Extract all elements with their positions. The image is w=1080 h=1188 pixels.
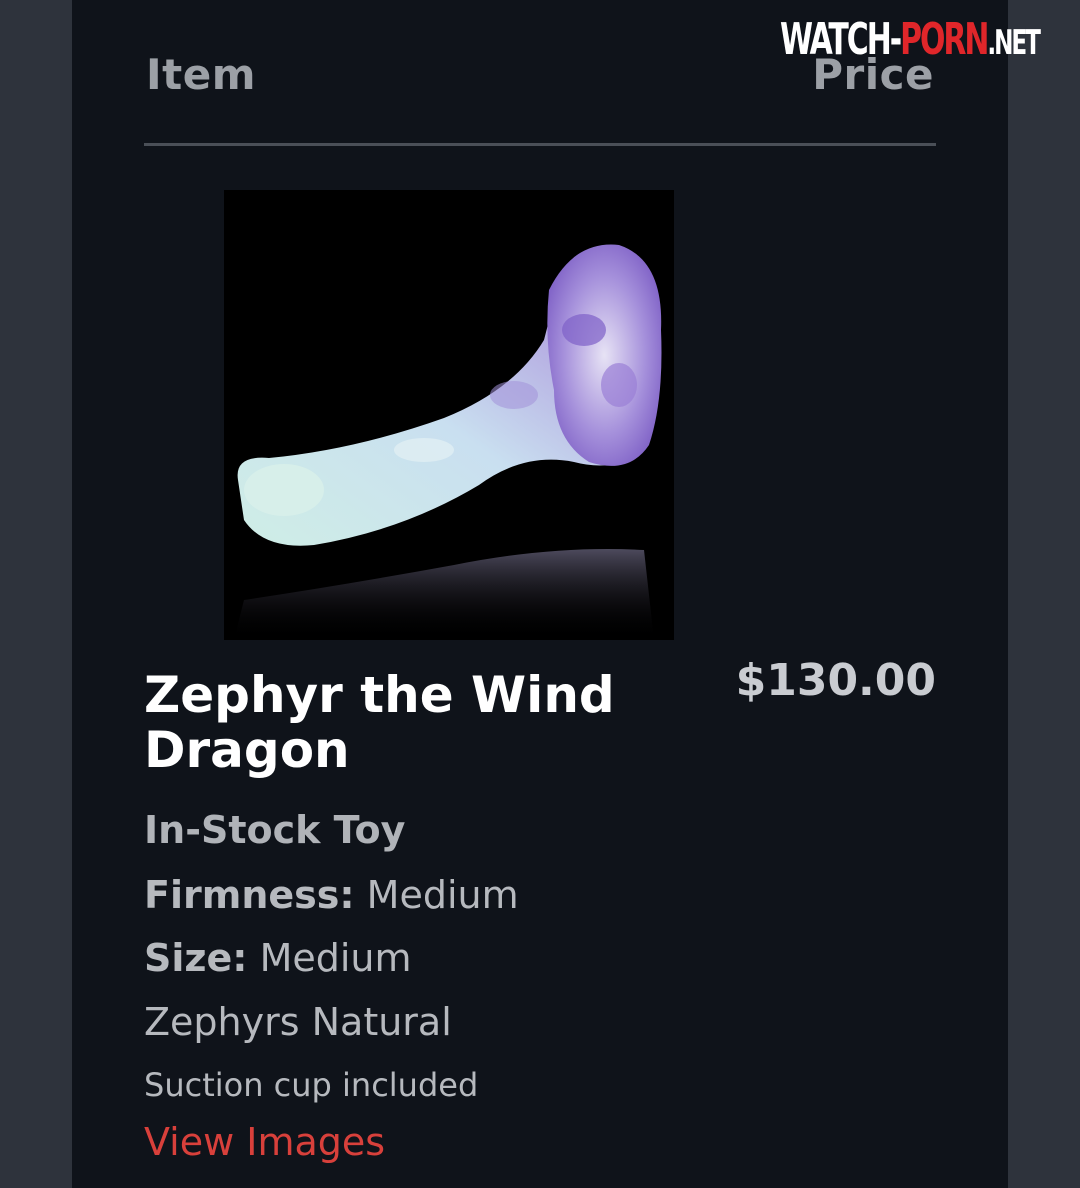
size-row: Size: Medium — [144, 936, 412, 980]
watermark-logo: WATCH-PORN.NET — [780, 12, 1041, 68]
view-images-link[interactable]: View Images — [144, 1120, 385, 1164]
firmness-value: Medium — [354, 873, 519, 917]
watermark-part-2: PORN — [900, 14, 989, 65]
firmness-row: Firmness: Medium — [144, 873, 519, 917]
size-value: Medium — [247, 936, 412, 980]
item-column-header: Item — [146, 50, 256, 99]
watermark-part-1: WATCH- — [780, 14, 902, 65]
product-price: $130.00 — [735, 655, 936, 706]
firmness-label: Firmness: — [144, 873, 355, 917]
color-variant: Zephyrs Natural — [144, 1000, 452, 1044]
product-image-graphic — [224, 190, 674, 640]
size-label: Size: — [144, 936, 248, 980]
stock-status: In-Stock Toy — [144, 808, 406, 852]
product-name[interactable]: Zephyr the Wind Dragon — [144, 668, 664, 778]
header-divider — [144, 143, 936, 146]
cart-panel: Item Price Zephyr the Wind Dragon $130.0… — [72, 0, 1008, 1188]
product-image[interactable] — [224, 190, 674, 640]
watermark-part-3: .NET — [987, 23, 1041, 63]
suction-cup-note: Suction cup included — [144, 1066, 479, 1104]
